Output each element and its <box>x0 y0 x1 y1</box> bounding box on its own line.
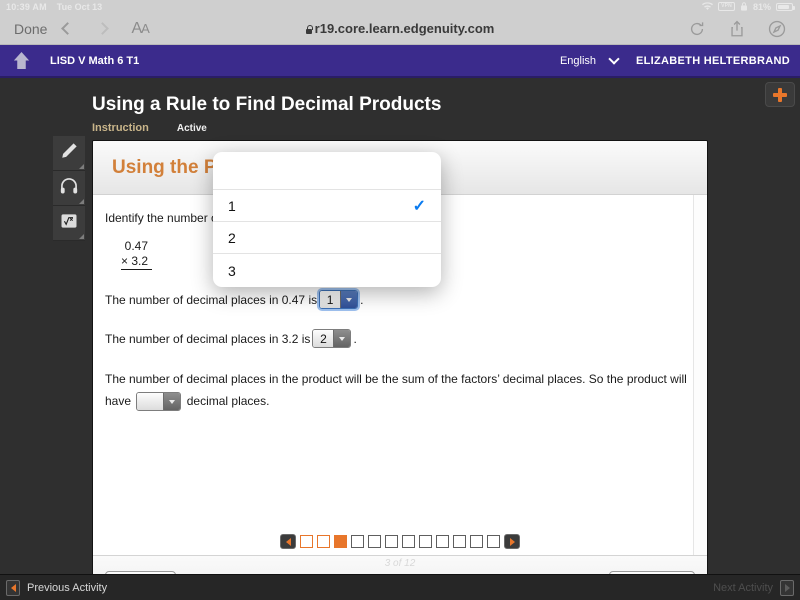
select-option-2[interactable]: 2 <box>213 222 441 254</box>
url-text: r19.core.learn.edgenuity.com <box>314 21 495 36</box>
decimal-places-select-3[interactable] <box>136 392 182 411</box>
next-activity-button: Next Activity <box>713 579 794 596</box>
pager-square[interactable] <box>368 535 381 548</box>
select-option-1[interactable]: 1 ✓ <box>213 190 441 222</box>
address-bar[interactable]: r19.core.learn.edgenuity.com <box>0 21 800 36</box>
tab-active[interactable]: Active <box>177 123 207 134</box>
triangle-right-icon <box>509 537 515 546</box>
select-options-popup[interactable]: 1 ✓ 2 3 <box>213 152 441 287</box>
decimal-places-select-1[interactable]: 1 <box>319 290 359 309</box>
browser-actions <box>688 20 786 38</box>
pager-square[interactable] <box>453 535 466 548</box>
lesson-heading: Using the P <box>112 156 217 178</box>
status-time: 10:39 AM <box>6 1 47 12</box>
headphones-icon <box>59 176 79 201</box>
previous-activity-label: Previous Activity <box>27 581 108 594</box>
conclusion-text-after: decimal places. <box>186 394 270 408</box>
select-option-blank[interactable] <box>213 152 441 190</box>
screen: 10:39 AM Tue Oct 13 VPN 81% Done AA r19.… <box>0 0 800 600</box>
select-1-value: 1 <box>320 291 341 308</box>
plus-icon <box>773 87 787 102</box>
battery-percent: 81% <box>752 1 771 12</box>
status-indicators: VPN 81% <box>702 1 795 12</box>
pager-square[interactable] <box>317 535 330 548</box>
pager-next-button[interactable] <box>504 534 520 549</box>
course-title: LISD V Math 6 T1 <box>50 54 140 67</box>
select-option-3-label: 3 <box>228 262 236 279</box>
square-root-icon <box>59 211 79 236</box>
statement-2-period: . <box>353 331 357 346</box>
pencil-icon <box>59 141 79 166</box>
decimal-places-select-2[interactable]: 2 <box>312 329 352 348</box>
vpn-badge: VPN <box>718 2 735 11</box>
pager-square[interactable] <box>385 535 398 548</box>
pager-square[interactable] <box>470 535 483 548</box>
slide-pager: 3 of 12 <box>0 534 800 569</box>
pager-prev-button[interactable] <box>280 534 296 549</box>
lock-icon <box>305 25 313 34</box>
battery-icon <box>776 2 795 11</box>
browser-toolbar: Done AA r19.core.learn.edgenuity.com <box>0 13 800 45</box>
chevron-down-icon <box>333 330 351 347</box>
chevron-down-icon[interactable] <box>608 52 620 65</box>
check-icon: ✓ <box>412 197 426 215</box>
nav-right-group: English ELIZABETH HELTERBRAND <box>560 52 790 67</box>
pager-label: 3 of 12 <box>384 558 416 569</box>
pager-square[interactable] <box>419 535 432 548</box>
pager-square[interactable] <box>300 535 313 548</box>
page-tabs: Instruction Active <box>92 122 207 134</box>
activity-bottom-bar: Previous Activity Next Activity <box>0 574 800 600</box>
triangle-left-icon <box>6 579 20 596</box>
pager-square-current[interactable] <box>334 535 347 548</box>
language-selector[interactable]: English <box>560 55 596 67</box>
wifi-icon <box>702 2 714 11</box>
ios-status-bar: 10:39 AM Tue Oct 13 VPN 81% <box>0 0 800 13</box>
select-2-value: 2 <box>313 330 334 347</box>
pencil-tool[interactable] <box>53 136 85 171</box>
chevron-down-icon <box>163 393 181 410</box>
multiplication-problem: 0.47 × 3.2 <box>121 239 153 270</box>
pager-square[interactable] <box>402 535 415 548</box>
pager-square[interactable] <box>351 535 364 548</box>
select-option-1-label: 1 <box>228 197 236 214</box>
statement-1-text: The number of decimal places in 0.47 is <box>105 292 318 307</box>
chevron-down-icon <box>340 291 358 308</box>
select-option-3[interactable]: 3 <box>213 254 441 287</box>
factor-two: × 3.2 <box>121 253 153 270</box>
pager-square[interactable] <box>436 535 449 548</box>
tool-rail <box>53 136 85 241</box>
statement-row-2: The number of decimal places in 3.2 is 2… <box>105 329 693 348</box>
select-option-2-label: 2 <box>228 229 236 246</box>
previous-activity-button[interactable]: Previous Activity <box>6 579 108 596</box>
rotation-lock-icon <box>740 2 748 11</box>
share-icon[interactable] <box>728 20 746 38</box>
statement-row-3: The number of decimal places in the prod… <box>105 368 693 412</box>
audio-tool[interactable] <box>53 171 85 206</box>
page-title: Using a Rule to Find Decimal Products <box>92 94 442 115</box>
user-name[interactable]: ELIZABETH HELTERBRAND <box>636 55 790 67</box>
triangle-right-icon <box>780 579 794 596</box>
status-date: Tue Oct 13 <box>56 1 103 12</box>
add-button[interactable] <box>765 82 795 107</box>
statement-row-1: The number of decimal places in 0.47 is … <box>105 290 693 309</box>
triangle-left-icon <box>285 537 291 546</box>
compass-icon[interactable] <box>768 20 786 38</box>
app-nav-bar: LISD V Math 6 T1 English ELIZABETH HELTE… <box>0 45 800 78</box>
select-3-value <box>137 393 164 410</box>
calculator-tool[interactable] <box>53 206 85 241</box>
tab-instruction[interactable]: Instruction <box>92 122 149 134</box>
reload-icon[interactable] <box>688 20 706 38</box>
home-icon[interactable] <box>6 51 36 70</box>
vertical-scrollbar[interactable] <box>693 195 707 555</box>
next-activity-label: Next Activity <box>713 581 773 594</box>
pager-square[interactable] <box>487 535 500 548</box>
pager-squares-row <box>280 534 520 549</box>
statement-2-text: The number of decimal places in 3.2 is <box>105 331 311 346</box>
factor-one: 0.47 <box>124 239 149 253</box>
statement-1-period: . <box>360 292 364 307</box>
